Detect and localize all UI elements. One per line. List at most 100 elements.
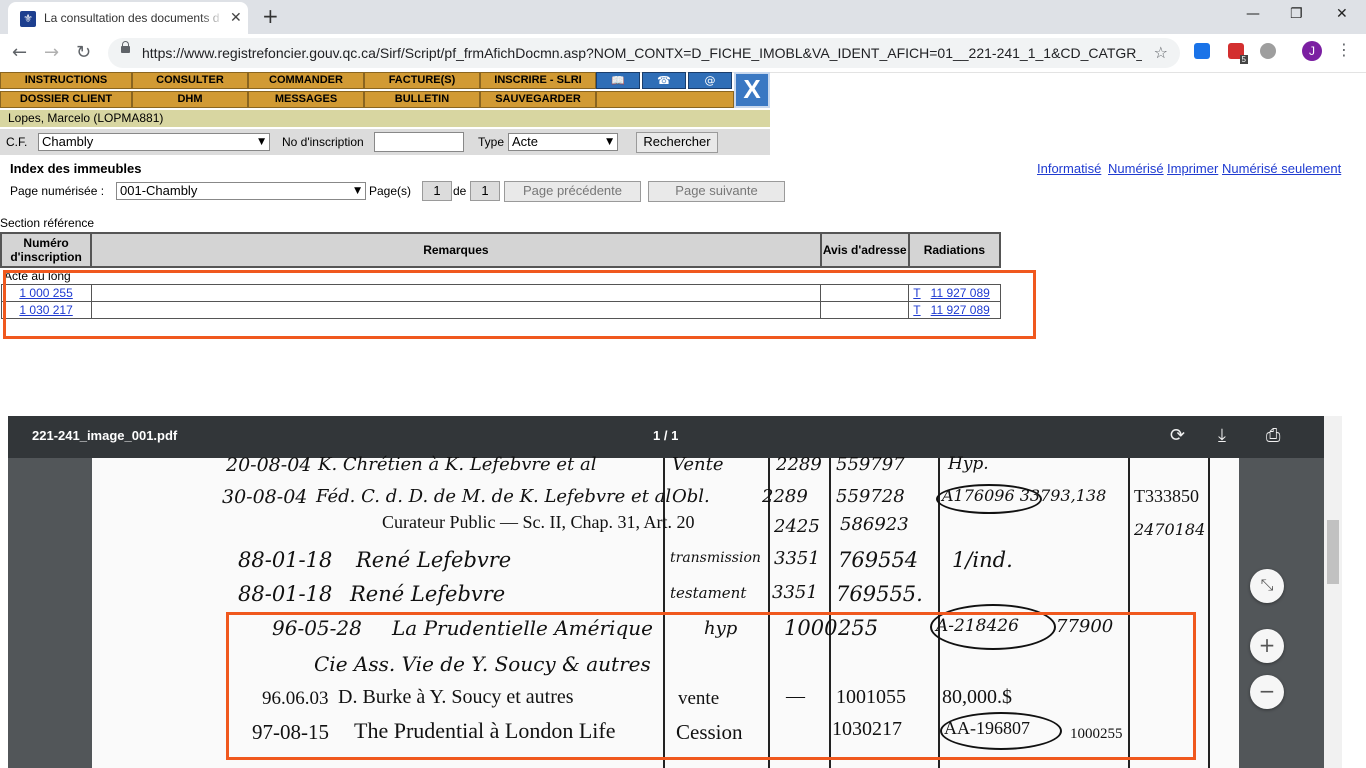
profile-avatar[interactable]: J [1302,41,1322,61]
new-tab-button[interactable]: + [262,4,279,28]
chevron-down-icon: ▼ [354,186,361,196]
nav-spacer [596,91,734,108]
ledger-date: 20-08-04 [226,454,312,476]
browser-tab[interactable]: ⚜ La consultation des documents d ✕ [8,2,248,34]
ledger-rule [1208,458,1210,768]
ledger-volume: 2289 [776,454,822,475]
page-numerisee-select[interactable]: 001-Chambly ▼ [116,182,366,200]
ledger-parties: René Lefebvre [356,548,512,572]
ledger-number: 559728 [836,486,905,507]
nav-dhm[interactable]: DHM [132,91,248,108]
pages-label: Page(s) [369,184,412,198]
page-total: 1 [470,181,500,201]
nav-bulletin[interactable]: BULLETIN [364,91,480,108]
back-arrow-icon[interactable]: ← [12,42,27,63]
search-button[interactable]: Rechercher [636,132,718,153]
tab-close-icon[interactable]: ✕ [230,10,242,26]
previous-page-button[interactable]: Page précédente [504,181,641,202]
header-numero: Numéro d'inscription [0,232,93,268]
maximize-button[interactable]: ❐ [1290,6,1303,22]
de-label: de [453,184,467,198]
ledger-nature: Obl. [672,486,710,507]
link-informatise[interactable]: Informatisé [1037,161,1101,176]
download-icon[interactable]: ⤓ [1218,425,1226,446]
page-numerisee-value: 001-Chambly [120,183,198,198]
rotate-icon[interactable]: ⟳ [1170,425,1185,446]
email-icon[interactable]: @ [688,72,732,89]
ledger-stamp: Curateur Public — Sc. II, Chap. 31, Art.… [382,512,695,532]
tab-title: La consultation des documents d [44,11,224,25]
type-select[interactable]: Acte ▼ [508,133,618,151]
url-text[interactable]: https://www.registrefoncier.gouv.qc.ca/S… [142,45,1142,61]
lock-icon [121,41,130,53]
nav-consulter[interactable]: CONSULTER [132,72,248,89]
nav-instructions[interactable]: INSTRUCTIONS [0,72,132,89]
user-name: Lopes, Marcelo (LOPMA881) [0,110,770,127]
ledger-volume: 2425 [774,516,820,537]
ledger-number: 769555. [836,582,923,606]
browser-toolbar: ← → ↻ https://www.registrefoncier.gouv.q… [0,34,1366,73]
quebec-flag-icon: ⚜ [20,11,36,27]
next-page-button[interactable]: Page suivante [648,181,785,202]
address-bar[interactable]: https://www.registrefoncier.gouv.qc.ca/S… [108,38,1180,68]
ledger-extra: Hyp. [948,454,989,474]
table-header-row: Numéro d'inscription Remarques Avis d'ad… [0,232,1002,268]
ledger-number: 559797 [836,454,905,475]
reload-icon[interactable]: ↻ [76,42,91,63]
page-numerisee-label: Page numérisée : [10,184,105,198]
extension-flag-icon[interactable] [1194,43,1210,59]
cf-label: C.F. [6,135,28,149]
cf-select-value: Chambly [42,134,94,149]
highlight-box-table [3,270,1036,339]
book-icon[interactable]: 📖 [596,72,640,89]
ledger-parties: K. Chrétien à K. Lefebvre et al [318,454,597,475]
chevron-down-icon: ▼ [258,137,265,147]
nav-inscrire-slri[interactable]: INSCRIRE - SLRI [480,72,596,89]
print-icon[interactable]: ⎙ [1266,425,1280,446]
ledger-side-note: T333850 [1134,486,1199,506]
ledger-date: 30-08-04 [222,486,308,508]
pdf-page-indicator: 1 / 1 [653,428,679,443]
ledger-side-note: 2470184 [1134,520,1206,539]
ledger-date: 88-01-18 [238,548,333,572]
bookmark-star-icon[interactable]: ☆ [1154,43,1168,62]
search-bar: C.F. Chambly ▼ No d'inscription Type Act… [0,129,770,155]
type-select-value: Acte [512,134,539,149]
nav-dossier-client[interactable]: DOSSIER CLIENT [0,91,132,108]
extension-badge: 5 [1239,55,1248,64]
nav-commander[interactable]: COMMANDER [248,72,364,89]
link-numerise[interactable]: Numérisé [1108,161,1164,176]
nav-sauvegarder[interactable]: SAUVEGARDER [480,91,596,108]
ledger-parties: René Lefebvre [350,582,506,606]
no-inscription-input[interactable] [374,132,464,152]
ledger-volume: 3351 [774,548,820,569]
index-title: Index des immeubles [10,161,142,176]
extension-calendar-icon[interactable]: 5 [1228,43,1248,64]
ledger-parties: Féd. C. d. D. de M. de K. Lefebvre et al [316,486,672,507]
zoom-in-button[interactable]: + [1250,629,1284,663]
pdf-scrollbar[interactable] [1324,416,1342,768]
ledger-nature: testament [670,584,747,602]
extension-power-icon[interactable] [1260,43,1276,59]
browser-menu-icon[interactable]: ⋮ [1336,40,1352,59]
phone-icon[interactable]: ☎ [642,72,686,89]
ledger-number: 586923 [840,514,909,535]
minimize-button[interactable]: — [1246,6,1260,22]
section-reference-label: Section référence [0,216,95,230]
close-session-button[interactable]: X [734,72,770,108]
header-avis: Avis d'adresse [819,232,910,268]
link-imprimer[interactable]: Imprimer [1167,161,1218,176]
link-numerise-seulement[interactable]: Numérisé seulement [1222,161,1341,176]
pdf-toolbar: 221-241_image_001.pdf 1 / 1 ⟳ ⤓ ⎙ [8,416,1324,458]
fit-to-page-button[interactable]: ⤡ [1250,569,1284,603]
ledger-extra: 1/ind. [952,548,1013,572]
pdf-filename: 221-241_image_001.pdf [32,428,178,443]
zoom-out-button[interactable]: − [1250,675,1284,709]
cf-select[interactable]: Chambly ▼ [38,133,270,151]
nav-factures[interactable]: FACTURE(S) [364,72,480,89]
forward-arrow-icon[interactable]: → [44,42,59,63]
scrollbar-thumb[interactable] [1327,520,1339,584]
header-radiations: Radiations [907,232,1002,268]
nav-messages[interactable]: MESSAGES [248,91,364,108]
close-window-button[interactable]: ✕ [1336,6,1348,22]
